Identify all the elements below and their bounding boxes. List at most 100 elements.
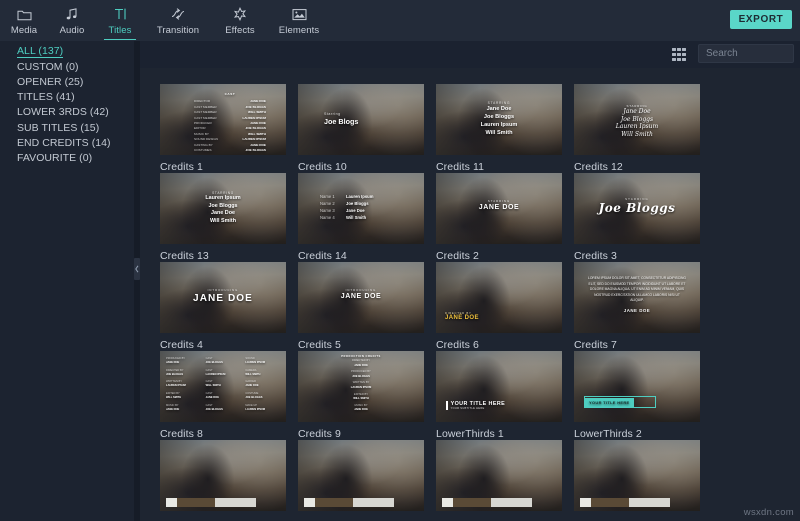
tab-effects-label: Effects <box>225 24 255 36</box>
tab-audio-label: Audio <box>59 24 85 36</box>
grid-item[interactable]: PRODUCTION CREDITS DIRECTED BY JANE DOE P… <box>298 351 435 440</box>
tab-media-label: Media <box>10 24 38 36</box>
grid-item[interactable]: Name 1 Lauren Ipsum Name 2 Joe Bloggs Name… <box>298 173 435 262</box>
search-input[interactable] <box>699 48 800 59</box>
sidebar-item-custom[interactable]: CUSTOM (0) <box>0 59 134 74</box>
template-thumbnail[interactable]: STARRING Lauren Ipsum Joe Bloggs Jane Do… <box>160 173 286 244</box>
template-thumbnail[interactable]: PRODUCED BY JANE DOE DIRECTED BY JOE BLOGG… <box>160 351 286 422</box>
template-thumbnail[interactable]: STARRING Jane Doe Joe Bloggs Lauren Ipsu… <box>574 84 700 155</box>
grid-item[interactable]: PRODUCED BY JANE DOE DIRECTED BY JOE BLOGG… <box>160 351 297 440</box>
grid-item[interactable]: YOUR TITLE HERE LowerThirds 2 <box>574 351 711 440</box>
title-overlay-preview: INTRODUCING JANE DOE <box>193 288 253 304</box>
template-thumbnail[interactable]: INTRODUCING JANE DOE <box>160 262 286 333</box>
sidebar-item-label: OPENER (25) <box>17 75 84 88</box>
grid-view-icon[interactable] <box>672 48 686 61</box>
search-field[interactable] <box>698 44 800 63</box>
template-thumbnail[interactable] <box>298 440 424 511</box>
title-overlay-preview: Starring Joe Blogs <box>324 112 359 126</box>
sidebar-item-all[interactable]: ALL (137) <box>0 44 134 59</box>
template-caption: Credits 5 <box>298 339 341 351</box>
template-caption: LowerThirds 1 <box>436 428 504 440</box>
template-caption: Credits 11 <box>436 161 485 173</box>
sidebar-item-label: END CREDITS (14) <box>17 136 111 149</box>
title-overlay-preview: STARRING JANE DOE <box>478 199 520 211</box>
template-thumbnail[interactable]: YOUR TITLE HERE YOUR SUBTITLE HERE <box>436 351 562 422</box>
sidebar-item-label: ALL (137) <box>17 45 64 59</box>
accent-bar <box>446 401 448 410</box>
grid-item[interactable] <box>160 440 297 511</box>
tab-titles-label: Titles <box>108 24 132 36</box>
grid-item[interactable]: STARRING Joe Bloggs Credits 3 <box>574 173 711 262</box>
grid-item[interactable]: STARRING Lauren Ipsum Joe Bloggs Jane Do… <box>160 173 297 262</box>
tab-media[interactable]: Media <box>0 0 48 41</box>
sidebar-item-label: CUSTOM (0) <box>17 60 79 73</box>
tab-titles[interactable]: Titles <box>96 0 144 41</box>
title-overlay-preview: STARRING Jane Doe Joe Bloggs Lauren Ipsu… <box>480 101 518 136</box>
template-thumbnail[interactable] <box>436 440 562 511</box>
template-thumbnail[interactable]: CAST DIRECTOR JANE DOE CAST MEMBER JOE BLO… <box>160 84 286 155</box>
template-thumbnail[interactable]: Name 1 Lauren Ipsum Name 2 Joe Bloggs Name… <box>298 173 424 244</box>
template-thumbnail[interactable]: STARRING Jane Doe Joe Bloggs Lauren Ipsu… <box>436 84 562 155</box>
title-overlay-preview <box>442 498 532 507</box>
tab-audio[interactable]: Audio <box>48 0 96 41</box>
title-overlay-preview <box>580 498 670 507</box>
title-overlay-preview: CAST DIRECTOR JANE DOE CAST MEMBER JOE BLO… <box>194 92 266 153</box>
top-toolbar: Media Audio Titles Transition Effects El… <box>0 0 800 41</box>
template-thumbnail[interactable] <box>160 440 286 511</box>
template-thumbnail[interactable]: YOUR TITLE HERE <box>574 351 700 422</box>
tab-elements-label: Elements <box>278 24 320 36</box>
grid-item[interactable]: STARRING Jane Doe Joe Bloggs Lauren Ipsu… <box>574 84 711 173</box>
grid-item[interactable]: CAST DIRECTOR JANE DOE CAST MEMBER JOE BLO… <box>160 84 297 173</box>
transition-icon <box>170 6 186 23</box>
watermark: wsxdn.com <box>743 507 794 518</box>
music-note-icon <box>65 6 79 23</box>
template-caption: Credits 3 <box>574 250 617 262</box>
grid-item[interactable]: INTRODUCING JANE DOE Credits 4 <box>160 262 297 351</box>
sidebar-item-lower-3rds[interactable]: LOWER 3RDS (42) <box>0 105 134 120</box>
template-caption: Credits 1 <box>160 161 203 173</box>
grid-item[interactable]: Starring Joe Blogs Credits 10 <box>298 84 435 173</box>
grid-item[interactable] <box>298 440 435 511</box>
sidebar-item-opener[interactable]: OPENER (25) <box>0 74 134 89</box>
grid-item[interactable]: DIRECTED BY JANE DOE Credits 6 <box>436 262 573 351</box>
star-burst-icon <box>233 6 247 23</box>
title-overlay-preview: PRODUCTION CREDITS DIRECTED BY JANE DOE P… <box>341 355 381 411</box>
template-grid[interactable]: CAST DIRECTOR JANE DOE CAST MEMBER JOE BLO… <box>140 68 800 521</box>
sidebar-item-sub-titles[interactable]: SUB TITLES (15) <box>0 120 134 135</box>
sidebar-item-label: SUB TITLES (15) <box>17 121 100 134</box>
template-caption: Credits 10 <box>298 161 347 173</box>
grid-item[interactable]: YOUR TITLE HERE YOUR SUBTITLE HERE Lower… <box>436 351 573 440</box>
template-thumbnail[interactable]: STARRING JANE DOE <box>436 173 562 244</box>
category-sidebar: ALL (137) CUSTOM (0) OPENER (25) TITLES … <box>0 41 134 521</box>
sidebar-item-titles[interactable]: TITLES (41) <box>0 90 134 105</box>
template-thumbnail[interactable]: DIRECTED BY JANE DOE <box>436 262 562 333</box>
grid-item[interactable]: STARRING JANE DOE Credits 2 <box>436 173 573 262</box>
title-overlay-preview <box>166 498 256 507</box>
folder-icon <box>17 6 32 23</box>
template-thumbnail[interactable]: STARRING Joe Bloggs <box>574 173 700 244</box>
grid-item[interactable]: INTRODUCING JANE DOE Credits 5 <box>298 262 435 351</box>
app-window: Media Audio Titles Transition Effects El… <box>0 0 800 521</box>
title-overlay-preview: DIRECTED BY JANE DOE <box>445 311 479 321</box>
grid-item[interactable] <box>436 440 573 511</box>
sidebar-item-end-credits[interactable]: END CREDITS (14) <box>0 135 134 150</box>
template-thumbnail[interactable] <box>574 440 700 511</box>
tab-effects[interactable]: Effects <box>212 0 268 41</box>
grid-item[interactable] <box>574 440 711 511</box>
template-thumbnail[interactable]: INTRODUCING JANE DOE <box>298 262 424 333</box>
template-thumbnail[interactable]: Starring Joe Blogs <box>298 84 424 155</box>
sidebar-item-label: LOWER 3RDS (42) <box>17 106 109 119</box>
tab-elements[interactable]: Elements <box>268 0 330 41</box>
export-button[interactable]: EXPORT <box>730 10 792 29</box>
sidebar-item-label: TITLES (41) <box>17 91 75 104</box>
template-thumbnail[interactable]: PRODUCTION CREDITS DIRECTED BY JANE DOE P… <box>298 351 424 422</box>
grid-item[interactable]: STARRING Jane Doe Joe Bloggs Lauren Ipsu… <box>436 84 573 173</box>
template-caption: Credits 6 <box>436 339 479 351</box>
active-tab-underline <box>104 38 136 40</box>
tab-transition[interactable]: Transition <box>144 0 212 41</box>
title-overlay-preview: STARRING Lauren Ipsum Joe Bloggs Jane Do… <box>205 191 241 224</box>
template-caption: Credits 13 <box>160 250 209 262</box>
template-thumbnail[interactable]: LOREM IPSUM DOLOR SIT AMET, CONSECTETUR … <box>574 262 700 333</box>
sidebar-item-favourite[interactable]: FAVOURITE (0) <box>0 150 134 165</box>
grid-item[interactable]: LOREM IPSUM DOLOR SIT AMET, CONSECTETUR … <box>574 262 711 351</box>
